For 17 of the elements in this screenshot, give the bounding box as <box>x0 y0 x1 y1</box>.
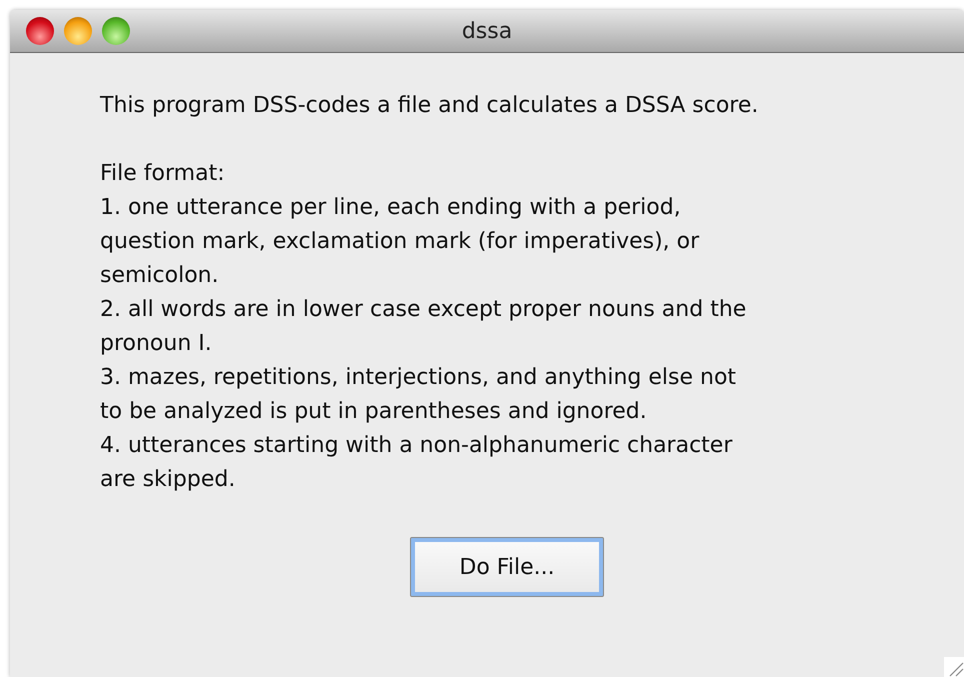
instruction-line: pronoun I. <box>100 330 213 358</box>
instruction-line: 4. utterances starting with a non-alphanumeric character <box>100 432 734 460</box>
minimize-button[interactable] <box>64 17 92 45</box>
instruction-line: are skipped. <box>100 466 236 494</box>
do-file-button[interactable]: Do File... <box>410 537 604 597</box>
instruction-line: 3. mazes, repetitions, interjections, and anything else not <box>100 364 738 392</box>
window-title: dssa <box>462 18 512 44</box>
intro-text: This program DSS-codes a file and calculates a DSSA score. <box>100 92 760 120</box>
zoom-button[interactable] <box>102 17 130 45</box>
resize-grip-icon[interactable] <box>944 657 964 677</box>
close-button[interactable] <box>26 17 54 45</box>
instruction-line: to be analyzed is put in parentheses and ignored. <box>100 398 648 426</box>
instruction-line: semicolon. <box>100 262 220 290</box>
instruction-line: 1. one utterance per line, each ending with a period, <box>100 194 682 222</box>
instruction-line: question mark, exclamation mark (for imperatives), or <box>100 228 700 256</box>
instruction-line: File format: <box>100 160 226 188</box>
instruction-line: 2. all words are in lower case except proper nouns and the <box>100 296 748 324</box>
